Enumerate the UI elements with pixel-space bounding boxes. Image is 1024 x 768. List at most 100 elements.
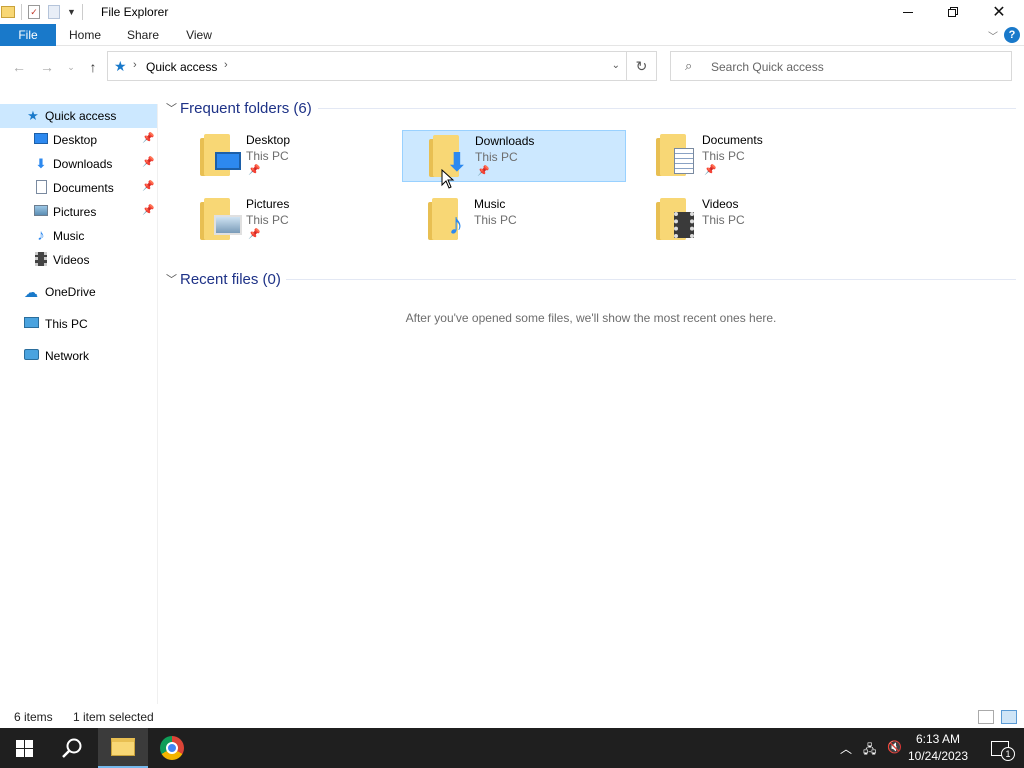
sidebar-item-downloads[interactable]: ⬇ Downloads 📌 [0,152,157,176]
breadcrumb-quick-access[interactable]: Quick access [146,60,217,74]
folder-icon [200,134,242,178]
large-icons-view-icon[interactable] [1001,710,1017,724]
title-bar: ✓ ▼ File Explorer ✕ [0,0,1024,24]
ribbon: File Home Share View ﹀ ? [0,24,1024,46]
pictures-icon [33,204,49,220]
sidebar-item-network[interactable]: Network [0,344,157,368]
file-explorer-icon[interactable] [1,6,15,18]
recent-locations-chevron-icon[interactable]: ⌄ [62,58,80,76]
tab-view[interactable]: View [176,24,222,46]
selection-count: 1 item selected [73,710,154,724]
tab-file[interactable]: File [0,24,56,46]
show-hidden-icons-chevron-icon[interactable]: ︿ [840,740,852,757]
pin-icon: 📌 [248,165,261,176]
sidebar-item-label: Quick access [45,109,117,123]
properties-icon[interactable]: ✓ [28,5,40,19]
navigation-pane: ★ Quick access Desktop 📌 ⬇ Downloads 📌 D… [0,104,157,704]
search-icon: ⌕ [685,58,693,73]
film-icon [670,212,698,238]
folder-location: This PC [474,213,517,227]
section-title: Recent files (0) [180,270,281,288]
tab-home[interactable]: Home [62,24,108,46]
restore-button[interactable] [930,0,976,24]
frequent-folders-header[interactable]: ﹀ Frequent folders (6) [166,98,312,118]
sidebar-item-videos[interactable]: Videos [0,248,157,272]
sidebar-item-label: Videos [53,253,90,267]
breadcrumb-chevron-icon[interactable]: › [224,59,228,71]
folder-name: Desktop [246,133,291,147]
customize-toolbar-icon[interactable]: ▼ [67,7,76,17]
folder-name: Pictures [246,197,290,211]
star-icon: ★ [27,108,39,123]
search-input[interactable]: Search Quick access [711,60,824,74]
window-title: File Explorer [101,5,169,19]
start-button[interactable] [0,728,48,768]
action-center-button[interactable]: 1 [976,728,1024,768]
address-bar[interactable]: ★ › Quick access › ⌄ ↻ [107,51,657,81]
sidebar-item-music[interactable]: ♪ Music [0,224,157,248]
computer-icon [23,316,39,332]
search-button[interactable] [48,728,96,768]
close-button[interactable]: ✕ [976,0,1022,24]
address-dropdown-chevron-icon[interactable]: ⌄ [612,60,620,71]
sidebar-item-pictures[interactable]: Pictures 📌 [0,200,157,224]
folder-tile-music[interactable]: ♪ Music This PC [402,194,626,246]
sidebar-item-onedrive[interactable]: ☁ OneDrive [0,280,157,304]
folder-tile-desktop[interactable]: Desktop This PC 📌 [174,130,398,182]
network-icon [23,348,39,364]
clock-time: 6:13 AM [915,732,961,746]
clock[interactable]: 6:13 AM 10/24/2023 [900,731,976,765]
back-arrow-icon[interactable]: ← [10,58,28,76]
sidebar-item-label: Downloads [53,157,113,171]
pin-icon: 📌 [704,165,717,176]
documents-icon [670,148,698,174]
folder-tile-documents[interactable]: Documents This PC 📌 [630,130,854,182]
folder-location: This PC [475,150,518,164]
folder-icon [656,198,698,242]
folder-tile-pictures[interactable]: Pictures This PC 📌 [174,194,398,246]
new-folder-icon[interactable] [48,5,60,19]
pane-divider[interactable] [157,104,158,704]
pin-icon: 📌 [142,181,155,192]
pin-icon: 📌 [142,133,155,144]
sidebar-item-label: Pictures [53,205,97,219]
notifications-icon: 1 [991,740,1015,761]
tab-share[interactable]: Share [120,24,166,46]
music-note-icon: ♪ [448,208,464,241]
pictures-icon [214,212,242,238]
search-box[interactable]: ⌕ Search Quick access [670,51,1012,81]
toolbar-divider [81,4,83,20]
pin-icon: 📌 [248,229,261,240]
forward-arrow-icon[interactable]: → [38,58,56,76]
status-bar: 6 items 1 item selected [0,706,1024,728]
file-explorer-taskbar-button[interactable] [98,728,148,768]
pin-icon: 📌 [477,166,490,177]
collapse-chevron-icon[interactable]: ﹀ [166,100,180,116]
breadcrumb-chevron-icon[interactable]: › [133,59,137,71]
sidebar-item-label: Desktop [53,133,98,147]
quick-access-toolbar: ✓ ▼ [0,2,89,22]
minimize-button[interactable] [885,0,931,24]
quick-access-star-icon: ★ [114,58,127,74]
up-arrow-icon[interactable]: ↑ [84,58,102,76]
refresh-icon[interactable]: ↻ [626,52,656,80]
item-count: 6 items [14,710,53,724]
folder-tile-downloads[interactable]: ⬇ Downloads This PC 📌 [402,130,626,182]
chrome-taskbar-button[interactable] [148,728,196,768]
details-view-icon[interactable] [978,710,994,724]
help-icon[interactable]: ? [1004,27,1020,43]
sidebar-item-label: Documents [53,181,114,195]
sidebar-item-documents[interactable]: Documents 📌 [0,176,157,200]
network-status-icon[interactable]: 🖧 [863,740,876,761]
sidebar-item-quick-access[interactable]: ★ Quick access [0,104,157,128]
close-icon: ✕ [992,4,1006,21]
recent-files-header[interactable]: ﹀ Recent files (0) [166,269,281,289]
sidebar-item-this-pc[interactable]: This PC [0,312,157,336]
folder-tile-videos[interactable]: Videos This PC [630,194,854,246]
folder-name: Documents [702,133,763,147]
notification-count: 1 [1001,746,1015,761]
expand-ribbon-chevron-icon[interactable]: ﹀ [988,28,998,43]
chrome-icon [160,736,184,760]
sidebar-item-desktop[interactable]: Desktop 📌 [0,128,157,152]
collapse-chevron-icon[interactable]: ﹀ [166,271,180,287]
